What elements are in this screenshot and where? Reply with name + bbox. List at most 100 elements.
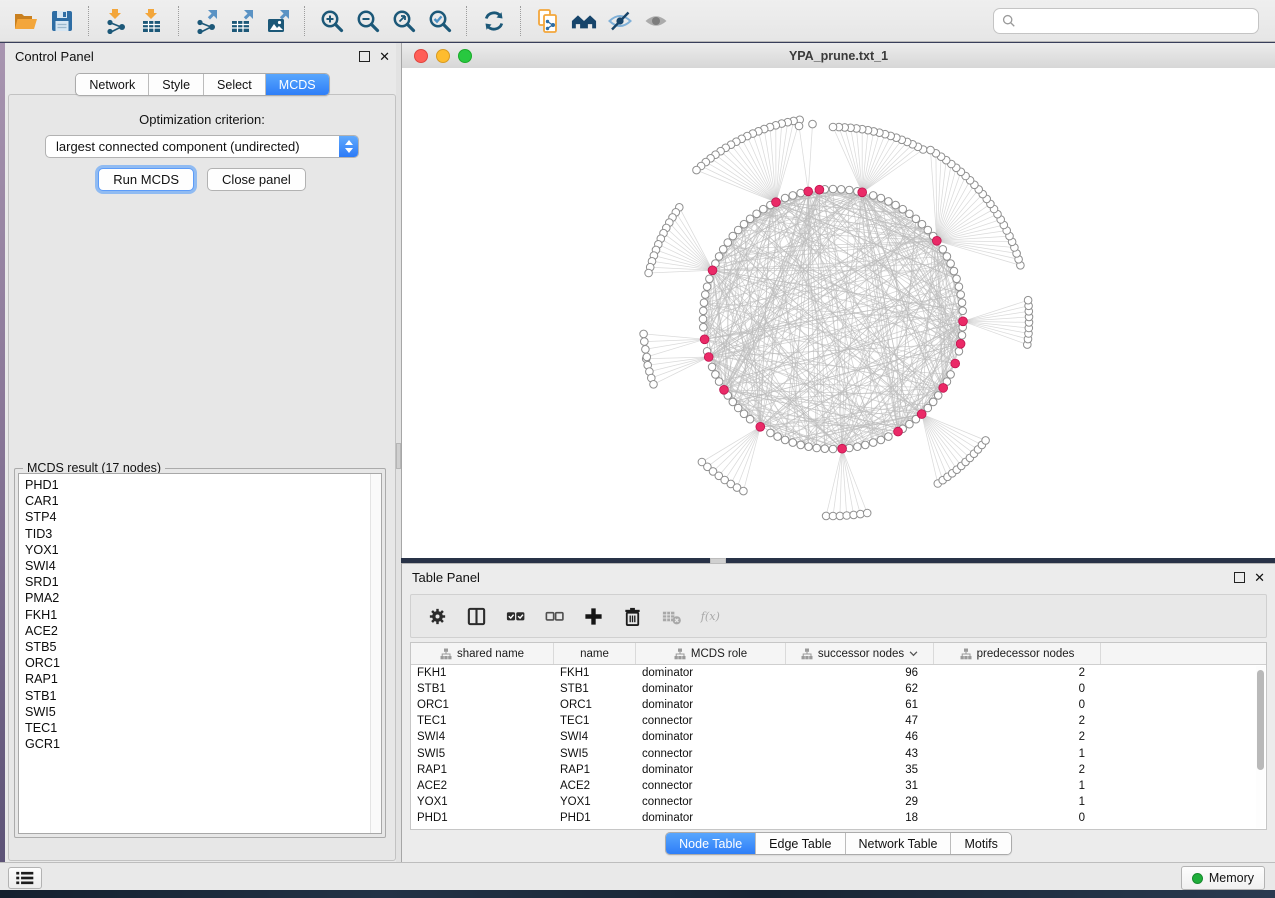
select-all-button[interactable]: [504, 605, 526, 627]
network-edge[interactable]: [842, 449, 854, 515]
network-node[interactable]: [947, 260, 955, 268]
network-node[interactable]: [906, 420, 914, 428]
network-edge[interactable]: [647, 339, 705, 357]
network-node[interactable]: [734, 404, 742, 412]
network-edge[interactable]: [776, 122, 788, 202]
network-node[interactable]: [641, 338, 649, 346]
network-node[interactable]: [719, 246, 727, 254]
mcds-result-item[interactable]: PHD1: [19, 477, 370, 493]
zoom-selected-button[interactable]: [422, 4, 458, 38]
network-node[interactable]: [703, 283, 711, 291]
network-node[interactable]: [955, 283, 963, 291]
export-table-button[interactable]: [224, 4, 260, 38]
network-edge[interactable]: [701, 166, 776, 202]
network-edge[interactable]: [649, 357, 708, 372]
network-edge[interactable]: [851, 128, 863, 193]
import-network-button[interactable]: [98, 4, 134, 38]
refresh-button[interactable]: [476, 4, 512, 38]
network-edge[interactable]: [716, 155, 777, 203]
network-edge[interactable]: [673, 217, 713, 270]
dominator-node[interactable]: [708, 266, 717, 275]
create-column-button[interactable]: [582, 605, 604, 627]
network-node[interactable]: [982, 437, 990, 445]
network-node[interactable]: [899, 205, 907, 213]
network-node[interactable]: [746, 415, 754, 423]
column-header-successor-nodes[interactable]: successor nodes: [786, 643, 934, 664]
float-panel-icon[interactable]: [1234, 572, 1245, 583]
task-history-button[interactable]: [8, 867, 42, 889]
horizontal-splitter-grip[interactable]: [710, 558, 726, 564]
network-node[interactable]: [885, 433, 893, 441]
mcds-result-item[interactable]: STP4: [19, 509, 370, 525]
zoom-fit-button[interactable]: [386, 4, 422, 38]
network-node[interactable]: [724, 239, 732, 247]
run-mcds-button[interactable]: Run MCDS: [98, 168, 194, 191]
tab-style[interactable]: Style: [149, 74, 204, 95]
network-node[interactable]: [927, 146, 935, 154]
network-edge[interactable]: [842, 449, 860, 514]
network-edge[interactable]: [776, 120, 800, 202]
close-panel-button[interactable]: Close panel: [207, 168, 306, 191]
deselect-all-button[interactable]: [543, 605, 565, 627]
network-node[interactable]: [846, 186, 854, 194]
network-node[interactable]: [781, 436, 789, 444]
network-node[interactable]: [643, 353, 651, 361]
table-row[interactable]: SWI5SWI5connector431: [411, 745, 1266, 761]
network-edge[interactable]: [963, 311, 1029, 321]
open-session-button[interactable]: [8, 4, 44, 38]
network-node[interactable]: [813, 444, 821, 452]
network-node[interactable]: [959, 307, 967, 315]
network-node[interactable]: [734, 226, 742, 234]
network-node[interactable]: [729, 398, 737, 406]
network-node[interactable]: [877, 436, 885, 444]
network-edge[interactable]: [963, 321, 1029, 333]
network-node[interactable]: [863, 509, 871, 517]
network-node[interactable]: [700, 323, 708, 331]
network-edge[interactable]: [736, 142, 776, 203]
network-node[interactable]: [958, 299, 966, 307]
network-node[interactable]: [706, 275, 714, 283]
column-header-shared-name[interactable]: shared name: [411, 643, 554, 664]
network-node[interactable]: [797, 441, 805, 449]
network-node[interactable]: [809, 120, 817, 128]
network-edge[interactable]: [731, 145, 776, 203]
network-edge[interactable]: [654, 357, 709, 384]
network-node[interactable]: [740, 487, 748, 495]
network-node[interactable]: [885, 198, 893, 206]
network-node[interactable]: [700, 307, 708, 315]
column-header-name[interactable]: name: [554, 643, 636, 664]
network-node[interactable]: [797, 189, 805, 197]
network-edge[interactable]: [713, 427, 760, 472]
tab-edge-table[interactable]: Edge Table: [756, 833, 845, 854]
network-edge[interactable]: [937, 189, 979, 240]
network-node[interactable]: [805, 443, 813, 451]
dominator-node[interactable]: [951, 359, 960, 368]
network-node[interactable]: [753, 210, 761, 218]
network-edge[interactable]: [862, 140, 902, 193]
network-node[interactable]: [829, 445, 837, 453]
float-panel-icon[interactable]: [359, 51, 370, 62]
network-node[interactable]: [892, 201, 900, 209]
network-node[interactable]: [1024, 296, 1032, 304]
network-node[interactable]: [795, 122, 803, 130]
tab-mcds[interactable]: MCDS: [266, 74, 329, 95]
network-edge[interactable]: [799, 126, 808, 191]
network-node[interactable]: [829, 185, 837, 193]
mcds-result-item[interactable]: FKH1: [19, 607, 370, 623]
network-node[interactable]: [924, 404, 932, 412]
tab-network-table[interactable]: Network Table: [846, 833, 952, 854]
dominator-node[interactable]: [804, 187, 813, 196]
network-edge[interactable]: [922, 414, 953, 473]
dominator-node[interactable]: [720, 385, 729, 394]
table-row[interactable]: SWI4SWI4dominator462: [411, 729, 1266, 745]
network-node[interactable]: [918, 220, 926, 228]
search-input[interactable]: [1022, 13, 1258, 29]
network-node[interactable]: [958, 332, 966, 340]
network-node[interactable]: [947, 371, 955, 379]
table-options-button[interactable]: [426, 605, 448, 627]
close-panel-icon[interactable]: ✕: [379, 50, 390, 63]
dominator-node[interactable]: [838, 444, 847, 453]
dominator-node[interactable]: [959, 317, 968, 326]
network-node[interactable]: [767, 429, 775, 437]
network-node[interactable]: [912, 215, 920, 223]
